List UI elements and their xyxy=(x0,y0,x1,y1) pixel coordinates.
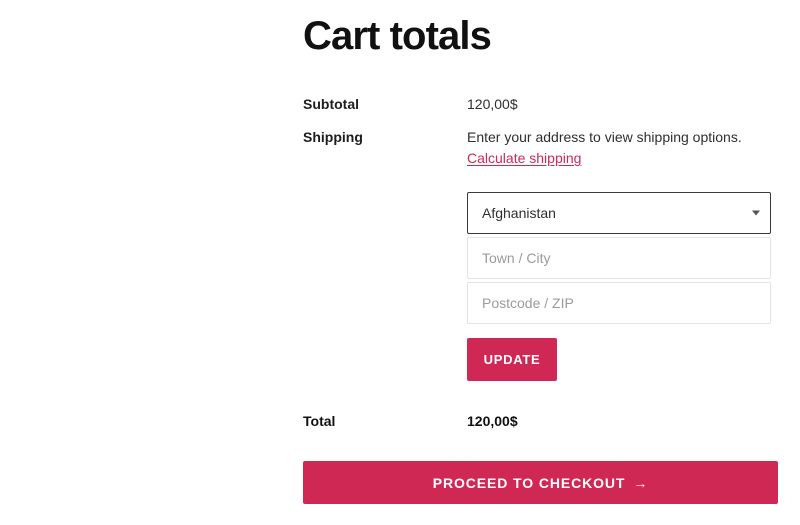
total-label: Total xyxy=(303,413,336,429)
shipping-calculator-form: Afghanistan Update xyxy=(467,192,778,381)
table-row-total: Total 120,00$ xyxy=(303,411,778,431)
cart-totals-panel: Cart totals Subtotal 120,00$ Shipping En… xyxy=(303,0,778,431)
postcode-input[interactable] xyxy=(467,282,771,324)
city-input[interactable] xyxy=(467,237,771,279)
shipping-label: Shipping xyxy=(303,129,363,145)
country-select[interactable]: Afghanistan xyxy=(467,192,771,234)
subtotal-value: 120,00$ xyxy=(467,96,518,112)
country-select-wrapper[interactable]: Afghanistan xyxy=(467,192,771,234)
calculate-shipping-link[interactable]: Calculate shipping xyxy=(467,148,581,168)
checkout-label: Proceed to checkout xyxy=(432,474,626,491)
table-row-shipping: Shipping Enter your address to view ship… xyxy=(303,125,778,381)
table-row-subtotal: Subtotal 120,00$ xyxy=(303,92,778,125)
cart-totals-page: Cart totals Subtotal 120,00$ Shipping En… xyxy=(0,0,800,525)
arrow-right-icon: → xyxy=(633,474,649,491)
subtotal-label: Subtotal xyxy=(303,96,359,112)
shipping-note: Enter your address to view shipping opti… xyxy=(467,129,742,145)
update-button[interactable]: Update xyxy=(467,338,557,381)
proceed-to-checkout-button[interactable]: Proceed to checkout → xyxy=(303,461,778,504)
cart-total-table: Total 120,00$ xyxy=(303,411,778,431)
page-title: Cart totals xyxy=(303,14,492,58)
total-value: 120,00$ xyxy=(467,413,518,429)
cart-totals-table: Subtotal 120,00$ Shipping Enter your add… xyxy=(303,92,778,381)
shipping-cell: Enter your address to view shipping opti… xyxy=(467,125,778,381)
